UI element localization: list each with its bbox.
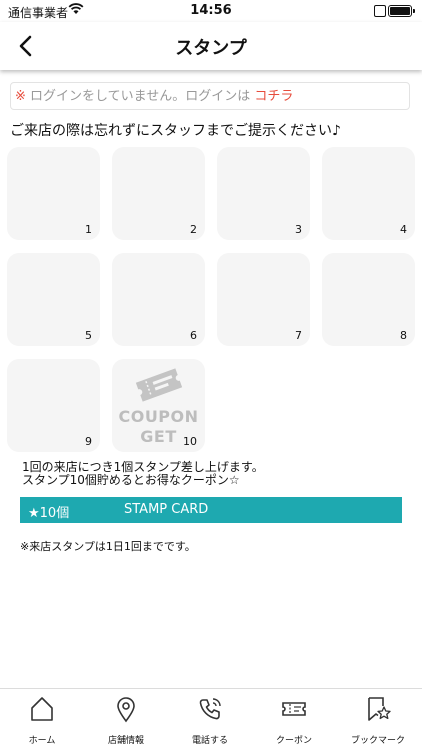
map-pin-icon <box>117 697 135 723</box>
login-notice: ※ ログインをしていません。ログインは コチラ <box>10 82 410 110</box>
stamp-grid: 1 2 3 4 5 6 7 8 9 COUPON GET 10 <box>5 147 417 452</box>
ticket-icon <box>282 702 306 716</box>
orientation-lock-icon <box>374 5 386 17</box>
stamp-number: 4 <box>400 223 407 236</box>
tab-call[interactable]: 電話する <box>168 689 252 751</box>
stamp-card-bar: ★10個 STAMP CARD <box>20 497 402 523</box>
clock: 14:56 <box>190 3 232 18</box>
stamp-number: 9 <box>85 435 92 448</box>
status-bar: 通信事業者 14:56 <box>0 0 422 22</box>
page-title: スタンプ <box>175 38 247 59</box>
bookmark-star-icon <box>368 697 391 721</box>
stamp-slot-7: 7 <box>217 253 310 346</box>
tab-bar: ホーム 店舗情報 電話する クーポン ブックマーク <box>0 688 422 751</box>
tab-coupon[interactable]: クーポン <box>252 689 336 751</box>
stamp-number: 3 <box>295 223 302 236</box>
instruction-text: ご来店の際は忘れずにスタッフまでご提示ください♪ <box>10 123 341 139</box>
tab-store-info[interactable]: 店舗情報 <box>84 689 168 751</box>
stamp-rule-note: 1回の来店につき1個スタンプ差し上げます。 スタンプ10個貯めるとお得なクーポン… <box>22 461 264 487</box>
phone-icon <box>199 698 221 720</box>
login-notice-text: ログインをしていません。ログインは <box>25 89 255 104</box>
stamp-card-count: ★10個 <box>28 506 70 521</box>
stamp-slot-9: 9 <box>7 359 100 452</box>
tab-home[interactable]: ホーム <box>0 689 84 751</box>
note-line-2: スタンプ10個貯めるとお得なクーポン☆ <box>22 473 240 487</box>
stamp-number: 10 <box>183 435 197 448</box>
stamp-slot-2: 2 <box>112 147 205 240</box>
tab-home-label: ホーム <box>28 736 56 746</box>
tab-store-label: 店舗情報 <box>107 736 144 746</box>
stamp-number: 6 <box>190 329 197 342</box>
battery-icon <box>388 5 415 17</box>
home-icon <box>31 697 53 721</box>
stamp-slot-4: 4 <box>322 147 415 240</box>
stamp-card-label: STAMP CARD <box>124 502 209 517</box>
coupon-ticket-icon <box>135 368 183 402</box>
stamp-slot-3: 3 <box>217 147 310 240</box>
stamp-slot-1: 1 <box>7 147 100 240</box>
stamp-number: 5 <box>85 329 92 342</box>
stamp-number: 7 <box>295 329 302 342</box>
stamp-number: 1 <box>85 223 92 236</box>
stamp-slot-6: 6 <box>112 253 205 346</box>
tab-bookmark[interactable]: ブックマーク <box>336 689 420 751</box>
stamp-number: 2 <box>190 223 197 236</box>
stamp-slot-10-coupon: COUPON GET 10 <box>112 359 205 452</box>
notice-mark: ※ <box>15 89 26 104</box>
tab-bookmark-label: ブックマーク <box>350 736 405 746</box>
tab-call-label: 電話する <box>191 736 228 746</box>
daily-limit-note: ※来店スタンプは1日1回までです。 <box>20 540 196 553</box>
stamp-number: 8 <box>400 329 407 342</box>
tab-coupon-label: クーポン <box>275 736 312 746</box>
stamp-slot-5: 5 <box>7 253 100 346</box>
stamp-slot-8: 8 <box>322 253 415 346</box>
coupon-text-line1: COUPON <box>118 407 199 426</box>
nav-bar: スタンプ <box>0 22 422 70</box>
login-link[interactable]: コチラ <box>254 89 293 104</box>
